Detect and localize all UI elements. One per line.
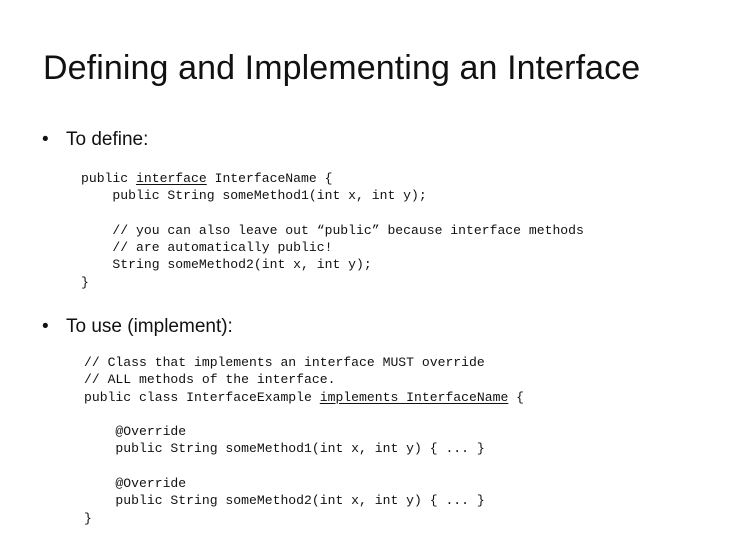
code-block-implement: // Class that implements an interface MU… <box>84 354 524 527</box>
code-text: @Override <box>84 476 187 492</box>
code-block-define: public interface InterfaceName { public … <box>81 170 584 291</box>
code-text: @Override <box>84 424 187 440</box>
code-text: // are automatically public! <box>81 240 333 256</box>
code-line: public String someMethod2(int x, int y) … <box>84 492 524 509</box>
code-keyword-underlined: implements InterfaceName <box>319 389 509 405</box>
bullet-label: To use (implement): <box>66 316 233 337</box>
code-line: public String someMethod1(int x, int y) … <box>84 440 524 457</box>
code-text: // you can also leave out “public” becau… <box>81 222 584 238</box>
code-text: // Class that implements an interface MU… <box>84 355 485 370</box>
code-text: } <box>81 274 89 290</box>
code-line: public interface InterfaceName { <box>81 170 584 187</box>
code-line: @Override <box>84 423 524 440</box>
bullet-dot: • <box>42 316 49 337</box>
code-line: // ALL methods of the interface. <box>84 371 524 388</box>
code-text: InterfaceName { <box>206 171 333 186</box>
bullet-implement: • To use (implement): <box>42 314 233 340</box>
bullet-define: • To define: <box>42 127 148 153</box>
code-text: { <box>508 389 525 405</box>
bullet-label: To define: <box>66 129 149 150</box>
code-line: public String someMethod1(int x, int y); <box>81 187 584 204</box>
code-text: String someMethod2(int x, int y); <box>81 257 372 273</box>
code-line: } <box>81 274 584 291</box>
code-line: // you can also leave out “public” becau… <box>81 222 584 239</box>
code-line: @Override <box>84 475 524 492</box>
code-text: public <box>81 171 137 186</box>
code-line: // Class that implements an interface MU… <box>84 354 524 371</box>
code-text: public String someMethod2(int x, int y) … <box>84 493 485 509</box>
code-text: public class InterfaceExample <box>84 389 320 405</box>
code-line: // are automatically public! <box>81 239 584 256</box>
bullet-dot: • <box>42 129 49 150</box>
code-text: } <box>84 510 92 526</box>
slide-title: Defining and Implementing an Interface <box>43 49 641 87</box>
code-line: String someMethod2(int x, int y); <box>81 256 584 273</box>
code-text: public String someMethod1(int x, int y); <box>81 188 427 204</box>
code-keyword-underlined: interface <box>136 171 207 186</box>
code-line: public class InterfaceExample implements… <box>84 389 524 406</box>
code-text: // ALL methods of the interface. <box>84 372 336 388</box>
code-text: public String someMethod1(int x, int y) … <box>84 441 485 457</box>
code-line: } <box>84 510 524 527</box>
